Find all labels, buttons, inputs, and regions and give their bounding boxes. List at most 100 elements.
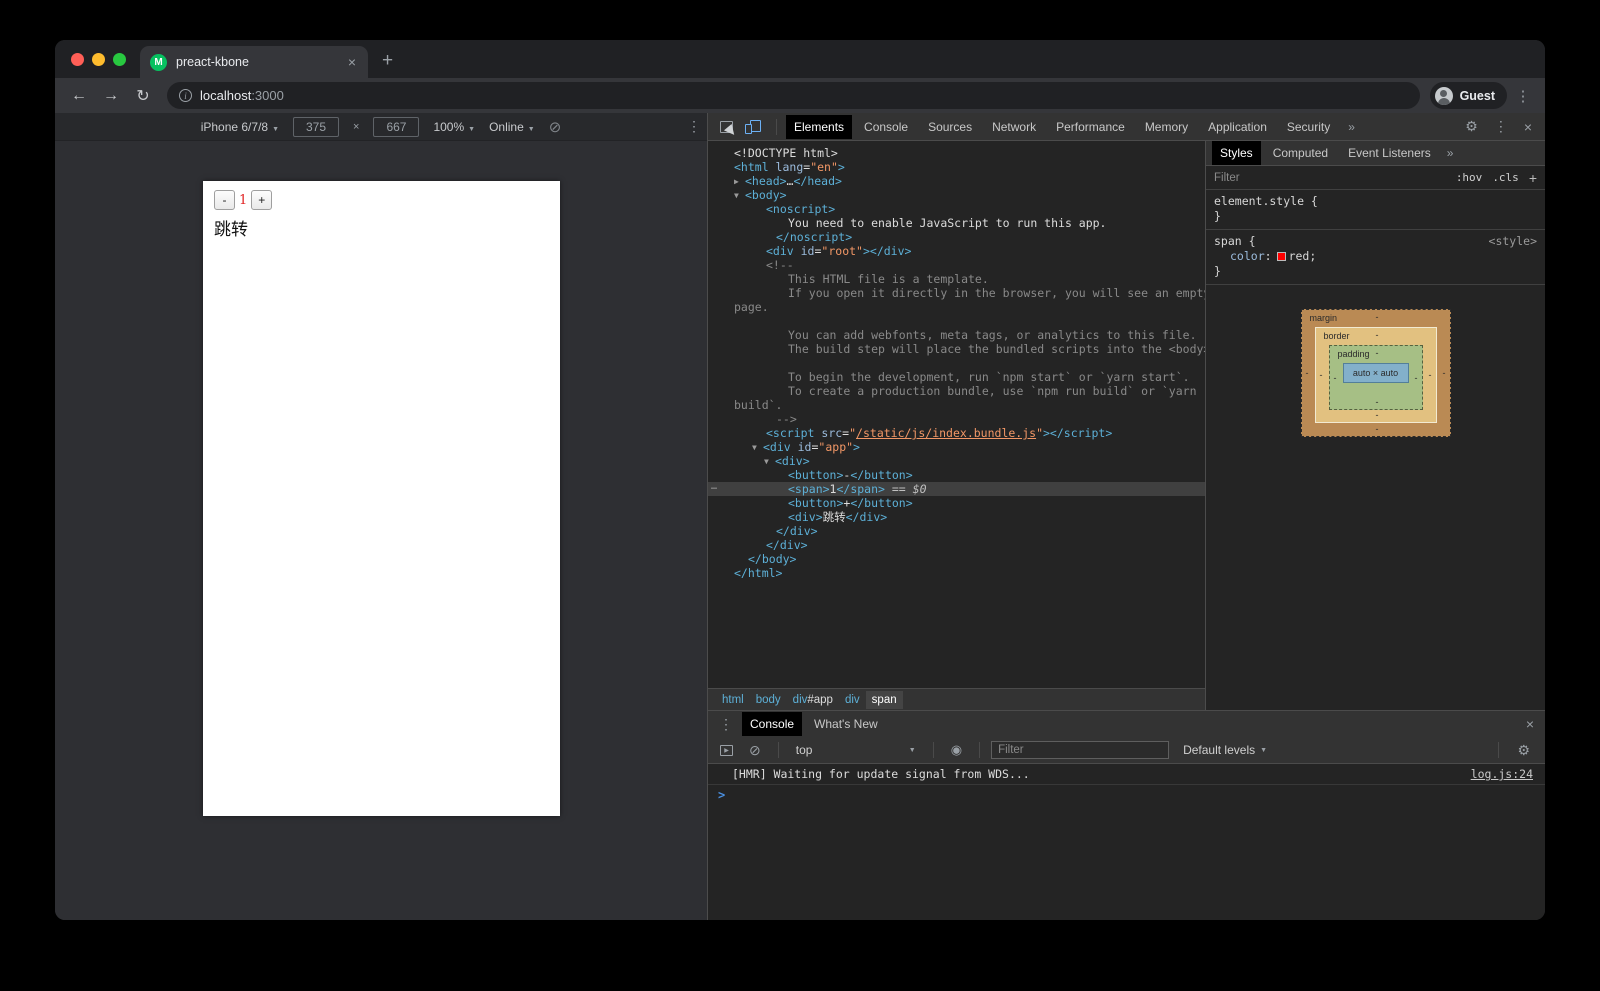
dom-node[interactable]: <button>-</button> — [726, 468, 1205, 482]
rotate-device-icon[interactable]: ⊘ — [549, 118, 562, 136]
dom-node[interactable]: To create a production bundle, use `npm … — [726, 384, 1205, 398]
dom-node[interactable]: <script src="/static/js/index.bundle.js"… — [726, 426, 1205, 440]
devtools-tab-elements[interactable]: Elements — [786, 115, 852, 139]
dom-node[interactable] — [726, 356, 1205, 370]
dom-node[interactable]: If you open it directly in the browser, … — [726, 286, 1205, 300]
close-devtools-icon[interactable]: × — [1517, 119, 1539, 135]
close-window-button[interactable] — [71, 53, 84, 66]
rule-source-link[interactable]: <style> — [1489, 234, 1537, 249]
inspect-element-icon[interactable] — [720, 121, 733, 133]
box-model-padding[interactable]: padding - - - - auto × auto — [1329, 345, 1423, 410]
browser-menu-icon[interactable]: ⋮ — [1511, 87, 1535, 105]
live-expression-eye-icon[interactable]: ◉ — [951, 742, 962, 758]
devtools-menu-icon[interactable]: ⋮ — [1487, 118, 1515, 135]
reload-icon[interactable]: ↻ — [129, 86, 157, 106]
dom-node[interactable]: <html lang="en"> — [726, 160, 1205, 174]
dom-node[interactable]: <button>+</button> — [726, 496, 1205, 510]
increment-button[interactable]: + — [251, 190, 272, 210]
dom-node[interactable]: ▼<div> — [726, 454, 1205, 468]
device-toolbar-menu-icon[interactable]: ⋮ — [687, 118, 701, 135]
console-tab-what-s-new[interactable]: What's New — [806, 712, 886, 736]
dom-node[interactable]: </html> — [726, 566, 1205, 580]
dom-node-selected[interactable]: …<span>1</span> == $0 — [708, 482, 1205, 496]
dom-node[interactable]: <!DOCTYPE html> — [726, 146, 1205, 160]
styles-tab-computed[interactable]: Computed — [1265, 141, 1336, 165]
breadcrumb-item-body[interactable]: body — [750, 691, 787, 709]
class-toggle[interactable]: .cls — [1492, 171, 1519, 184]
dom-node[interactable]: page. — [726, 300, 1205, 314]
minimize-window-button[interactable] — [92, 53, 105, 66]
dom-node[interactable]: ▼<body> — [726, 188, 1205, 202]
devtools-tab-security[interactable]: Security — [1279, 115, 1338, 139]
console-filter-input[interactable] — [991, 741, 1169, 759]
clear-console-icon[interactable]: ⊘ — [749, 742, 761, 759]
box-model-content[interactable]: auto × auto — [1343, 363, 1409, 383]
css-declaration[interactable]: color:red; — [1214, 249, 1537, 264]
dom-node[interactable]: </div> — [726, 538, 1205, 552]
dom-node[interactable]: build`. — [726, 398, 1205, 412]
jump-link[interactable]: 跳转 — [214, 215, 549, 240]
more-tabs-icon[interactable]: » — [1441, 146, 1460, 160]
element-style-rule[interactable]: element.style { } — [1206, 190, 1545, 230]
dom-node[interactable]: <noscript> — [726, 202, 1205, 216]
back-icon[interactable]: ← — [65, 87, 93, 105]
dom-node[interactable]: The build step will place the bundled sc… — [726, 342, 1205, 356]
toggle-device-toolbar-icon[interactable] — [745, 120, 761, 134]
devtools-tab-memory[interactable]: Memory — [1137, 115, 1196, 139]
dom-node[interactable]: You need to enable JavaScript to run thi… — [726, 216, 1205, 230]
forward-icon[interactable]: → — [97, 87, 125, 105]
log-levels-select[interactable]: Default levels ▼ — [1175, 743, 1275, 757]
box-model-margin[interactable]: margin - - - - border - - - - — [1301, 309, 1451, 437]
zoom-select[interactable]: 100%▼ — [433, 120, 475, 134]
url-bar[interactable]: i localhost :3000 — [167, 82, 1420, 109]
tab-close-icon[interactable]: × — [346, 54, 358, 70]
maximize-window-button[interactable] — [113, 53, 126, 66]
color-swatch[interactable] — [1277, 252, 1286, 261]
styles-filter-input[interactable] — [1214, 172, 1446, 184]
console-tab-console[interactable]: Console — [742, 712, 802, 736]
profile-chip[interactable]: Guest — [1430, 82, 1507, 109]
new-tab-button[interactable]: + — [368, 50, 393, 78]
rule-selector[interactable]: span { — [1214, 234, 1256, 249]
breadcrumb-item-div#app[interactable]: div#app — [787, 691, 839, 709]
dom-node[interactable]: ▶<head>…</head> — [726, 174, 1205, 188]
span-style-rule[interactable]: span { <style> color:red; } — [1206, 230, 1545, 285]
console-sidebar-icon[interactable]: ▶ — [720, 745, 733, 756]
decrement-button[interactable]: - — [214, 190, 235, 210]
device-width-input[interactable] — [293, 117, 339, 137]
site-info-icon[interactable]: i — [179, 89, 192, 102]
breadcrumb-item-html[interactable]: html — [716, 691, 750, 709]
dom-node[interactable]: </body> — [726, 552, 1205, 566]
device-select[interactable]: iPhone 6/7/8▼ — [201, 120, 279, 134]
dom-node[interactable]: <!-- — [726, 258, 1205, 272]
styles-tab-styles[interactable]: Styles — [1212, 141, 1261, 165]
dom-node[interactable]: You can add webfonts, meta tags, or anal… — [726, 328, 1205, 342]
dom-node[interactable]: </noscript> — [726, 230, 1205, 244]
context-select[interactable]: top ▼ — [790, 743, 922, 757]
pseudo-state-toggle[interactable]: :hov — [1456, 171, 1483, 184]
close-drawer-icon[interactable]: × — [1519, 716, 1541, 732]
breadcrumb-item-span[interactable]: span — [866, 691, 903, 709]
more-tabs-icon[interactable]: » — [1342, 120, 1361, 134]
device-height-input[interactable] — [373, 117, 419, 137]
browser-tab[interactable]: M preact-kbone × — [140, 46, 368, 78]
devtools-tab-performance[interactable]: Performance — [1048, 115, 1133, 139]
styles-tab-event-listeners[interactable]: Event Listeners — [1340, 141, 1439, 165]
breadcrumb-item-div[interactable]: div — [839, 691, 866, 709]
new-style-rule-icon[interactable]: + — [1529, 170, 1537, 186]
dom-node[interactable]: ▼<div id="app"> — [726, 440, 1205, 454]
dom-node[interactable]: This HTML file is a template. — [726, 272, 1205, 286]
box-model-border[interactable]: border - - - - padding - - - — [1315, 327, 1437, 423]
dom-node[interactable]: To begin the development, run `npm start… — [726, 370, 1205, 384]
dom-node[interactable] — [726, 314, 1205, 328]
devtools-tab-console[interactable]: Console — [856, 115, 916, 139]
settings-gear-icon[interactable]: ⚙ — [1458, 118, 1485, 135]
dom-node[interactable]: <div>跳转</div> — [726, 510, 1205, 524]
dom-node[interactable]: --> — [726, 412, 1205, 426]
devtools-tab-network[interactable]: Network — [984, 115, 1044, 139]
dom-node[interactable]: </div> — [726, 524, 1205, 538]
console-source-link[interactable]: log.js:24 — [1471, 767, 1533, 781]
devtools-tab-application[interactable]: Application — [1200, 115, 1275, 139]
throttle-select[interactable]: Online▼ — [489, 120, 535, 134]
devtools-tab-sources[interactable]: Sources — [920, 115, 980, 139]
